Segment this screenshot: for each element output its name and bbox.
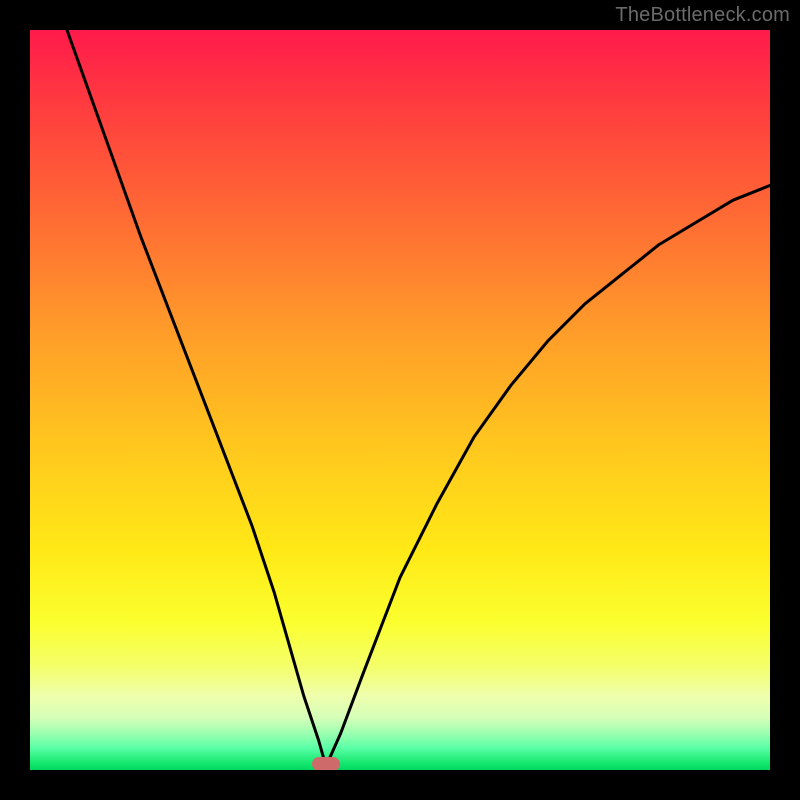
bottleneck-curve (30, 30, 770, 770)
watermark-text: TheBottleneck.com (615, 4, 790, 27)
plot-area (30, 30, 770, 770)
optimal-point-marker (312, 757, 340, 770)
chart-frame: TheBottleneck.com (0, 0, 800, 800)
